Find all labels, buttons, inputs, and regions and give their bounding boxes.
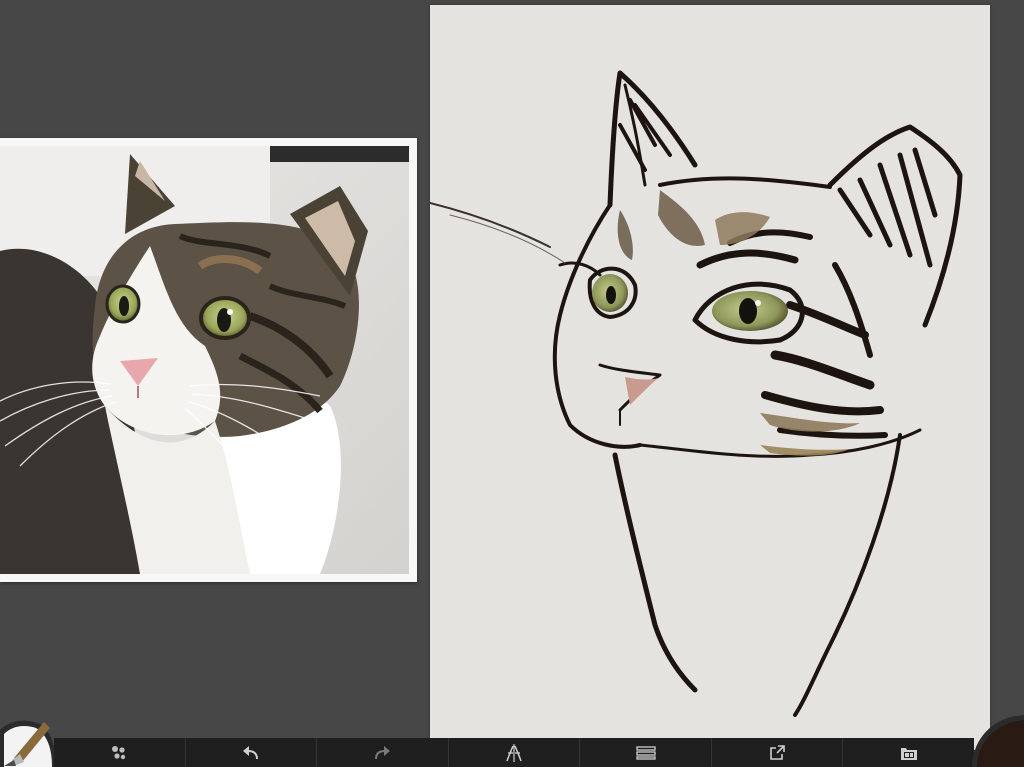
symmetry-icon xyxy=(506,743,522,762)
brush-size-icon xyxy=(112,745,126,759)
bottom-toolbar xyxy=(54,738,974,767)
drawing-canvas[interactable] xyxy=(430,5,990,750)
painting-app xyxy=(0,0,1024,767)
layers-icon xyxy=(635,745,656,760)
share-button[interactable] xyxy=(712,738,844,767)
brush-icon xyxy=(0,720,56,767)
brush-tool-puck[interactable] xyxy=(0,710,56,767)
redo-button[interactable] xyxy=(317,738,449,767)
gallery-icon xyxy=(900,747,917,760)
undo-icon xyxy=(242,745,258,759)
reference-photo[interactable] xyxy=(0,138,417,582)
layers-button[interactable] xyxy=(580,738,712,767)
brush-size-button[interactable] xyxy=(54,738,186,767)
redo-icon xyxy=(375,745,391,759)
share-icon xyxy=(770,744,785,760)
cat-sketch-artwork xyxy=(430,5,990,750)
color-picker-puck[interactable] xyxy=(972,714,1024,767)
current-color-swatch xyxy=(972,715,1024,767)
gallery-button[interactable] xyxy=(843,738,974,767)
symmetry-button[interactable] xyxy=(449,738,581,767)
cat-photo-image xyxy=(0,146,409,574)
undo-button[interactable] xyxy=(186,738,318,767)
